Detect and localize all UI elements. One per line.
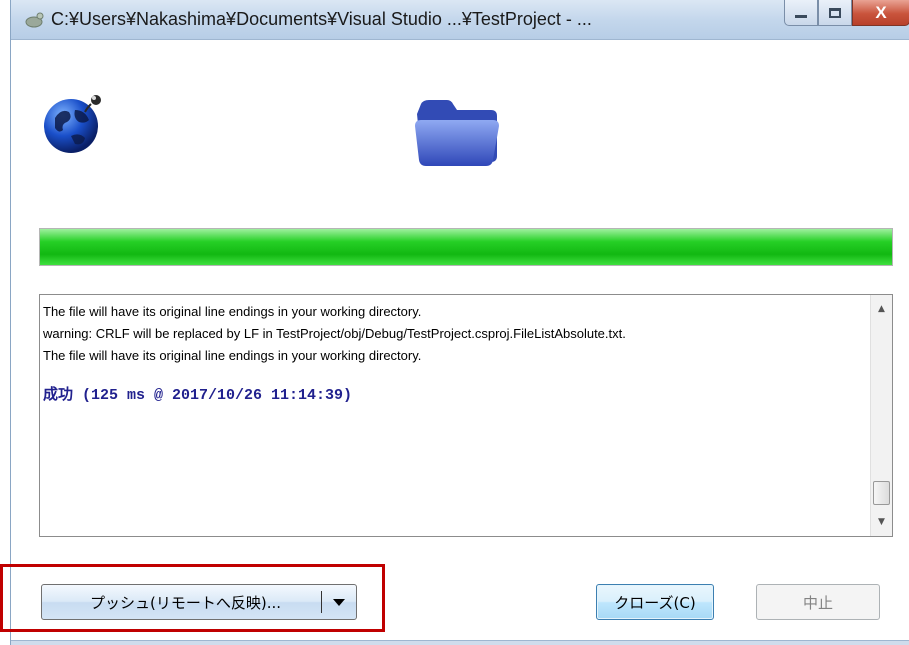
minimize-button[interactable] (784, 0, 818, 26)
maximize-icon (829, 7, 841, 18)
dropdown-arrow-icon (333, 598, 345, 606)
globe-icon (44, 95, 101, 153)
log-line: warning: CRLF will be replaced by LF in … (43, 326, 626, 341)
result-line: 成功 (125 ms @ 2017/10/26 11:14:39) (43, 387, 353, 404)
log-scrollbar[interactable]: ▲ ▼ (870, 295, 892, 536)
minimize-icon (795, 15, 807, 18)
close-window-button[interactable]: X (852, 0, 909, 26)
tortoise-icon (25, 12, 44, 28)
progress-fill (40, 229, 892, 265)
log-line: The file will have its original line end… (43, 348, 422, 363)
push-button[interactable]: プッシュ(リモートへ反映)... (41, 584, 357, 620)
log-output[interactable]: The file will have its original line end… (39, 294, 893, 537)
title-bar[interactable]: C:¥Users¥Nakashima¥Documents¥Visual Stud… (11, 0, 909, 40)
window-bottom-edge (11, 640, 909, 645)
close-button[interactable]: クローズ(C) (596, 584, 714, 620)
abort-button[interactable]: 中止 (756, 584, 880, 620)
maximize-button[interactable] (818, 0, 852, 26)
window-controls: X (784, 0, 909, 30)
git-sync-window: C:¥Users¥Nakashima¥Documents¥Visual Stud… (10, 0, 909, 645)
folder-icon (415, 100, 499, 166)
scroll-thumb[interactable] (873, 481, 890, 505)
scroll-up-arrow-icon[interactable]: ▲ (871, 299, 892, 319)
progress-bar (39, 228, 893, 266)
scroll-down-arrow-icon[interactable]: ▼ (871, 512, 892, 532)
window-title: C:¥Users¥Nakashima¥Documents¥Visual Stud… (51, 9, 592, 29)
log-line: The file will have its original line end… (43, 304, 422, 319)
close-icon: X (875, 2, 887, 22)
log-lines: The file will have its original line end… (43, 301, 863, 404)
push-button-label: プッシュ(リモートへ反映)... (89, 593, 281, 612)
push-dropdown-button[interactable] (322, 598, 356, 606)
